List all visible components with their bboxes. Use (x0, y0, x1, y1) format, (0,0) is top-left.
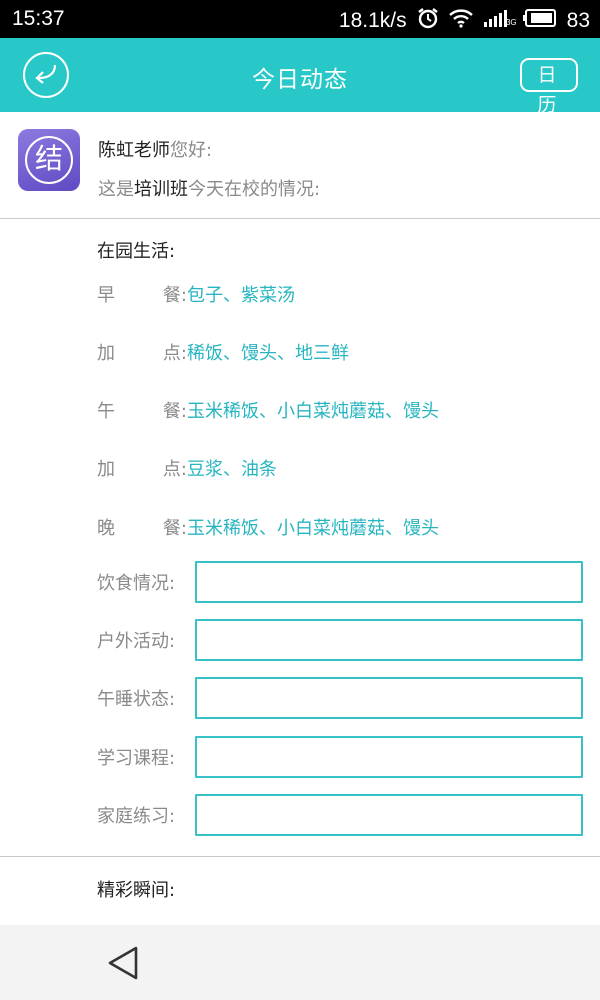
meal-row: 加 点: 稀饭、馒头、地三鲜 (97, 339, 349, 365)
school-logo: 结 (18, 129, 80, 191)
meal-value: 豆浆、油条 (187, 459, 277, 480)
meal-label-a: 午 (97, 401, 115, 422)
line2-suffix: 今天在校的情况: (188, 179, 321, 200)
life-section-title: 在园生活: (97, 241, 176, 262)
greeting-line-1: 陈虹老师您好: (98, 136, 212, 162)
form-row-homework: 家庭练习: (97, 794, 583, 836)
outdoor-label: 户外活动: (97, 631, 176, 652)
outdoor-input[interactable] (195, 619, 583, 661)
meal-label: 加 点: (97, 339, 187, 365)
meal-label-a: 早 (97, 285, 115, 306)
network-speed: 18.1k/s (338, 9, 407, 32)
meal-label-b: 点: (162, 343, 187, 364)
nap-input[interactable] (195, 677, 583, 719)
app-header: 今日动态 日 历 (0, 38, 600, 116)
class-name: 培训班 (134, 179, 188, 200)
diet-label: 饮食情况: (97, 573, 176, 594)
divider (0, 218, 600, 219)
form-row-diet: 饮食情况: (97, 561, 583, 603)
hello-text: 您好: (170, 140, 213, 161)
moments-section-title: 精彩瞬间: (97, 880, 176, 901)
network-type: 3G (505, 18, 517, 27)
greeting-line-2: 这是培训班今天在校的情况: (98, 175, 320, 201)
form-row-outdoor: 户外活动: (97, 619, 583, 661)
form-row-nap: 午睡状态: (97, 677, 583, 719)
teacher-name: 陈虹老师 (98, 140, 170, 161)
divider (0, 856, 600, 857)
form-row-course: 学习课程: (97, 736, 583, 778)
system-nav-bar (0, 925, 600, 1000)
logo-char: 结 (25, 136, 73, 184)
meal-row: 晚 餐: 玉米稀饭、小白菜炖蘑菇、馒头 (97, 514, 439, 540)
homework-label: 家庭练习: (97, 806, 176, 827)
meal-row: 加 点: 豆浆、油条 (97, 455, 277, 481)
meal-value: 稀饭、馒头、地三鲜 (187, 343, 349, 364)
alarm-icon (417, 7, 439, 35)
page-title: 今日动态 (252, 67, 348, 93)
meal-value: 玉米稀饭、小白菜炖蘑菇、馒头 (187, 518, 439, 539)
meal-label-b: 餐: (162, 518, 187, 539)
homework-input[interactable] (195, 794, 583, 836)
battery-level: 83 (566, 9, 590, 32)
nav-back-button[interactable] (106, 945, 140, 985)
signal-icon: 3G (483, 8, 517, 34)
meal-value: 包子、紫菜汤 (187, 285, 295, 306)
meal-label: 晚 餐: (97, 514, 187, 540)
diet-input[interactable] (195, 561, 583, 603)
nap-label: 午睡状态: (97, 689, 176, 710)
meal-label-a: 加 (97, 459, 115, 480)
meal-row: 早 餐: 包子、紫菜汤 (97, 281, 295, 307)
wifi-icon (448, 8, 473, 34)
calendar-button[interactable]: 日 历 (520, 58, 578, 116)
meal-label: 加 点: (97, 455, 187, 481)
status-right: 18.1k/s 3G 83 (339, 7, 590, 35)
meal-label-a: 晚 (97, 518, 115, 539)
course-input[interactable] (195, 736, 583, 778)
meal-label: 午 餐: (97, 397, 187, 423)
meal-label-b: 餐: (162, 401, 187, 422)
line2-prefix: 这是 (98, 179, 134, 200)
meal-value: 玉米稀饭、小白菜炖蘑菇、馒头 (187, 401, 439, 422)
battery-icon (522, 9, 557, 33)
meal-label-b: 点: (162, 459, 187, 480)
greeting-section: 结 陈虹老师您好: 这是培训班今天在校的情况: (0, 112, 600, 218)
status-time: 15:37 (12, 7, 65, 30)
meal-row: 午 餐: 玉米稀饭、小白菜炖蘑菇、馒头 (97, 397, 439, 423)
status-bar: 15:37 18.1k/s 3G 83 (0, 0, 600, 38)
course-label: 学习课程: (97, 748, 176, 769)
meal-label-a: 加 (97, 343, 115, 364)
meal-label: 早 餐: (97, 281, 187, 307)
meal-label-b: 餐: (162, 285, 187, 306)
